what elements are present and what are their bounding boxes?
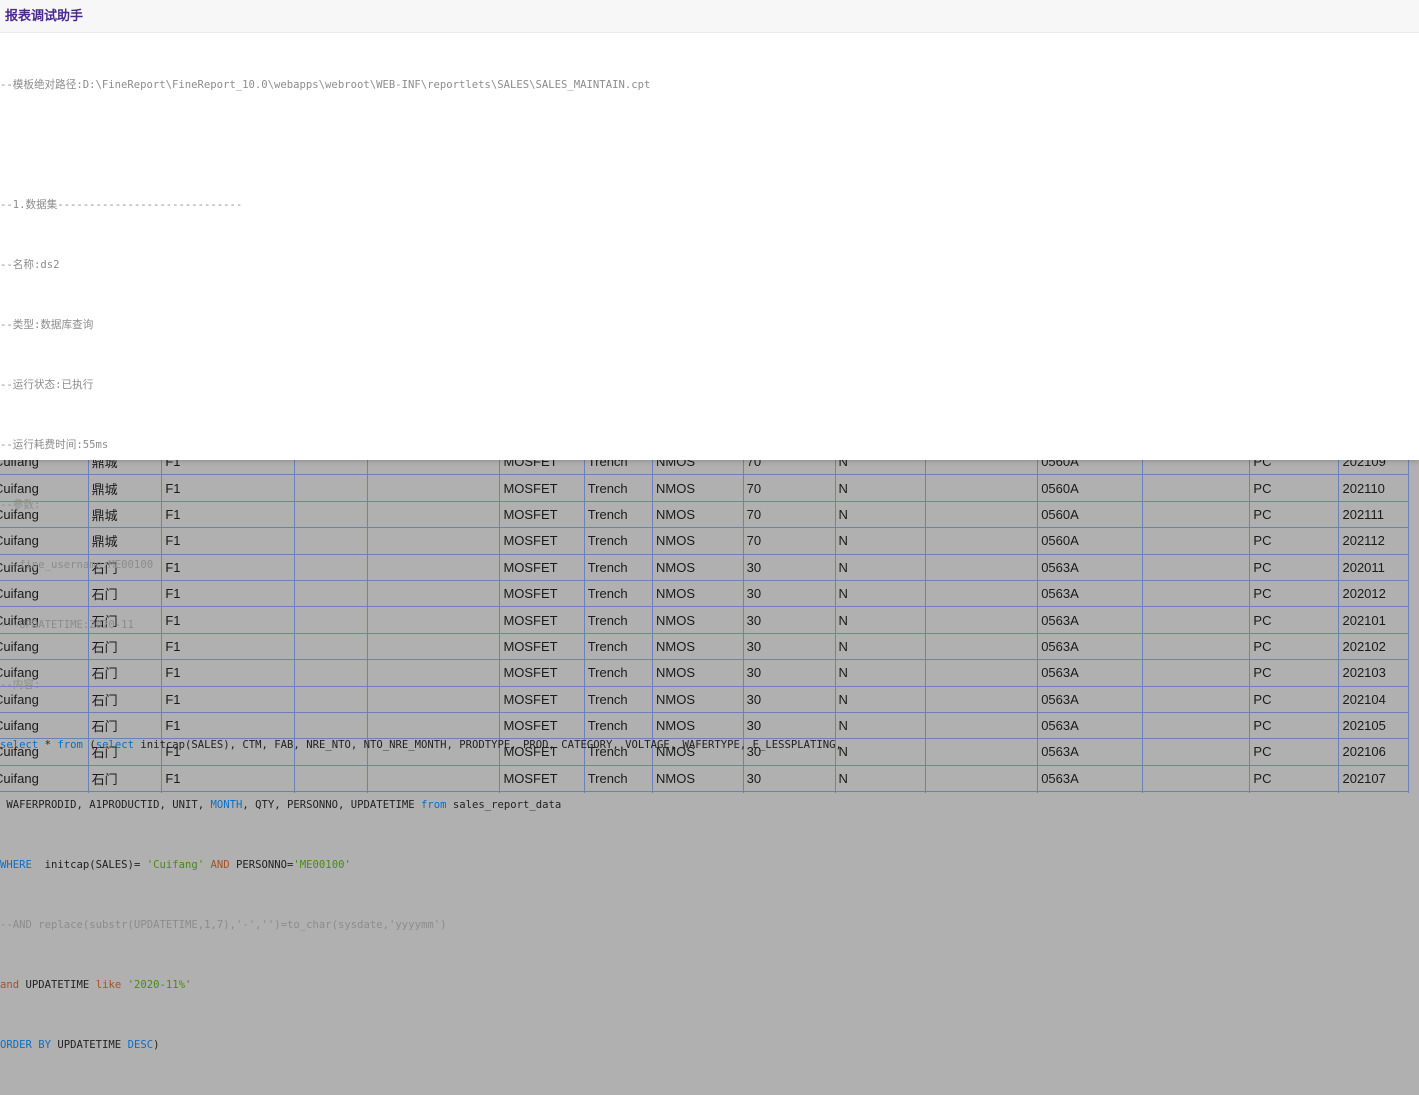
sql-token: ) — [153, 1039, 160, 1051]
sql-token: and — [0, 979, 20, 991]
sql-token: from — [420, 799, 447, 811]
template-path-line: --模板绝对路径:D:\FineReport\FineReport_10.0\w… — [0, 79, 651, 91]
sql-token: * — [38, 739, 58, 751]
param-fine-username: ---fine_username:ME00100 — [0, 559, 154, 571]
sql-token: WAFERPRODID, A1PRODUCTID, UNIT, — [0, 799, 211, 811]
sql-token: PERSONNO= — [229, 859, 294, 871]
sql-line-order-by: ORDER BY UPDATETIME DESC) — [0, 1035, 1419, 1055]
sql-token: 'ME00100' — [293, 859, 351, 871]
sql-token: sales_report_data — [446, 799, 562, 811]
dataset-status: --运行状态:已执行 — [0, 379, 94, 391]
sql-token: UPDATETIME — [51, 1039, 128, 1051]
sql-token: MONTH — [210, 799, 243, 811]
dataset-runtime: --运行耗费时间:55ms — [0, 439, 109, 451]
dataset-heading: --1.数据集----------------------------- — [0, 199, 243, 211]
sql-token: WHERE — [0, 859, 32, 871]
sql-token: from — [57, 739, 83, 751]
sql-token: initcap(SALES), CTM, FAB, NRE_NTO, NTO_N… — [133, 739, 842, 751]
sql-line-columns: WAFERPRODID, A1PRODUCTID, UNIT, MONTH, Q… — [0, 795, 1419, 815]
sql-token: like — [95, 979, 122, 991]
sql-debug-output: --模板绝对路径:D:\FineReport\FineReport_10.0\w… — [0, 35, 1419, 1095]
sql-token: ORDER BY — [0, 1039, 52, 1051]
sql-token: DESC — [127, 1039, 154, 1051]
sql-token: 'Cuifang' — [146, 859, 205, 871]
sql-token: select — [0, 739, 39, 751]
sql-token: select — [95, 739, 134, 751]
sql-token: ( — [82, 739, 96, 751]
sql-token: '2020-11%' — [127, 979, 192, 991]
panel-title: 报表调试助手 — [5, 9, 84, 24]
debug-assistant-panel: 报表调试助手 --模板绝对路径:D:\FineReport\FineReport… — [0, 0, 1419, 1051]
sql-line-and: and UPDATETIME like '2020-11%' — [0, 975, 1419, 995]
param-updatetime: ---UPDATETIME:2020-11 — [0, 619, 134, 631]
sql-token: , QTY, PERSONNO, UPDATETIME — [242, 799, 421, 811]
sql-token: AND — [210, 859, 230, 871]
params-heading: --参数: — [0, 499, 41, 511]
sql-token: initcap(SALES)= — [31, 859, 147, 871]
sql-line-select: select * from (select initcap(SALES), CT… — [0, 735, 1419, 755]
sql-line-where: WHERE initcap(SALES)= 'Cuifang' AND PERS… — [0, 855, 1419, 875]
sql-line-commented-filter: --AND replace(substr(UPDATETIME,1,7),'-'… — [0, 919, 447, 931]
dataset-type: --类型:数据库查询 — [0, 319, 94, 331]
content-heading: --内容: — [0, 679, 41, 691]
dataset-name: --名称:ds2 — [0, 259, 60, 271]
panel-header: 报表调试助手 — [0, 0, 1419, 33]
sql-token: UPDATETIME — [19, 979, 96, 991]
